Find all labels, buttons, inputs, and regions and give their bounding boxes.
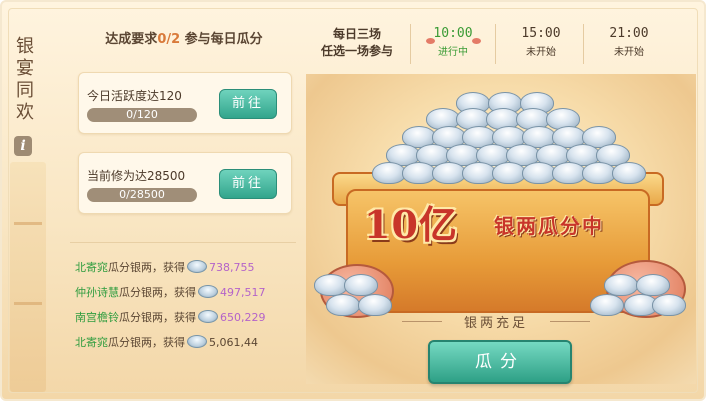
silver-ingot-icon [552,162,586,184]
slot-time: 10:00 [433,26,473,41]
feed-item: 仲孙诗慧瓜分银两，获得 497,517 [75,284,300,301]
feed-action: 瓜分银两，获得 [108,336,185,349]
go-button[interactable]: 前往 [219,169,277,199]
schedule-divider [495,24,496,64]
task-title: 今日活跃度达120 [87,89,182,103]
time-slot-15[interactable]: 15:00 未开始 [506,26,576,58]
feed-item: 南宫檐铃瓜分银两，获得 650,229 [75,309,300,326]
banner-headline-sub: 银两瓜分中 [494,214,604,238]
silver-ingot-icon [462,162,496,184]
player-name: 北寄窕 [75,261,108,274]
schedule-divider [410,24,411,64]
silver-ingot-icon [522,162,556,184]
silver-ingot-icon [636,274,670,296]
task-title: 当前修为达28500 [87,169,186,183]
slot-status: 未开始 [614,47,644,58]
slot-time: 21:00 [609,26,649,41]
time-slot-10[interactable]: 10:00 进行中 [418,26,488,58]
shelf-decoration [14,222,42,225]
divider [70,242,296,243]
schedule-info: 每日三场 任选一场参与 [307,26,407,60]
task-progress-text: 0/120 [126,108,158,121]
silver-status: 银两充足 [463,316,528,331]
feed-action: 瓜分银两，获得 [108,261,185,274]
share-feed: 北寄窕瓜分银两，获得 738,755 仲孙诗慧瓜分银两，获得 497,517 南宫檐… [75,259,300,359]
silver-ingot-icon [582,162,616,184]
share-button[interactable]: 瓜分 [428,340,572,384]
go-button[interactable]: 前往 [219,89,277,119]
silver-ingot-icon [432,162,466,184]
banner-headline: 10亿 [364,202,458,247]
silver-ingot-icon [402,162,436,184]
silver-ingot-icon [326,294,360,316]
player-name: 南宫檐铃 [75,311,119,324]
silver-ingot-icon [187,260,207,273]
task-list: 今日活跃度达120 0/120 前往 当前修为达28500 0/28500 前往 [62,52,302,222]
side-title: 银宴同欢 [13,36,34,124]
feed-item: 北寄窕瓜分银两，获得 738,755 [75,259,300,276]
silver-ingot-icon [198,285,218,298]
feed-action: 瓜分银两，获得 [119,286,196,299]
slot-time: 15:00 [521,26,561,41]
feed-amount: 650,229 [220,311,266,324]
task-card: 当前修为达28500 0/28500 前往 [78,152,292,214]
silver-banner: 10亿 银两瓜分中 银两充足 瓜分 [306,74,696,399]
feed-item: 北寄窕瓜分银两，获得 5,061,44 [75,334,300,351]
task-progress-bar: 0/28500 [87,188,197,202]
silver-ingot-icon [358,294,392,316]
schedule-line-1: 每日三场 [332,27,381,41]
requirement-progress: 0/2 [157,32,181,47]
schedule-line-2: 任选一场参与 [320,44,393,58]
silver-ingot-icon [652,294,686,316]
info-icon[interactable]: i [14,136,32,156]
silver-ingot-icon [492,162,526,184]
feed-amount: 738,755 [209,261,255,274]
schedule-divider [583,24,584,64]
task-card: 今日活跃度达120 0/120 前往 [78,72,292,134]
requirement-suffix: 参与每日瓜分 [180,32,263,47]
requirement-header: 达成要求0/2 参与每日瓜分 [66,28,302,47]
task-progress-bar: 0/120 [87,108,197,122]
feed-action: 瓜分银两，获得 [119,311,196,324]
task-progress-text: 0/28500 [119,188,165,201]
event-panel: 银宴同欢 i 达成要求0/2 参与每日瓜分 今日活跃度达120 0/120 前往… [0,0,706,401]
slot-status: 未开始 [526,47,556,58]
feed-amount: 497,517 [220,286,266,299]
silver-ingot-icon [187,335,207,348]
requirement-prefix: 达成要求 [105,32,158,47]
silver-ingot-icon [314,274,348,296]
slot-status: 进行中 [438,47,468,58]
player-name: 仲孙诗慧 [75,286,119,299]
side-decoration [10,162,46,392]
silver-ingot-icon [344,274,378,296]
time-slot-21[interactable]: 21:00 未开始 [594,26,664,58]
silver-ingot-icon [198,310,218,323]
silver-ingot-icon [604,274,638,296]
silver-ingot-icon [590,294,624,316]
feed-amount: 5,061,44 [209,336,258,349]
shelf-decoration [14,302,42,305]
player-name: 北寄窕 [75,336,108,349]
silver-ingot-icon [612,162,646,184]
silver-ingot-icon [372,162,406,184]
